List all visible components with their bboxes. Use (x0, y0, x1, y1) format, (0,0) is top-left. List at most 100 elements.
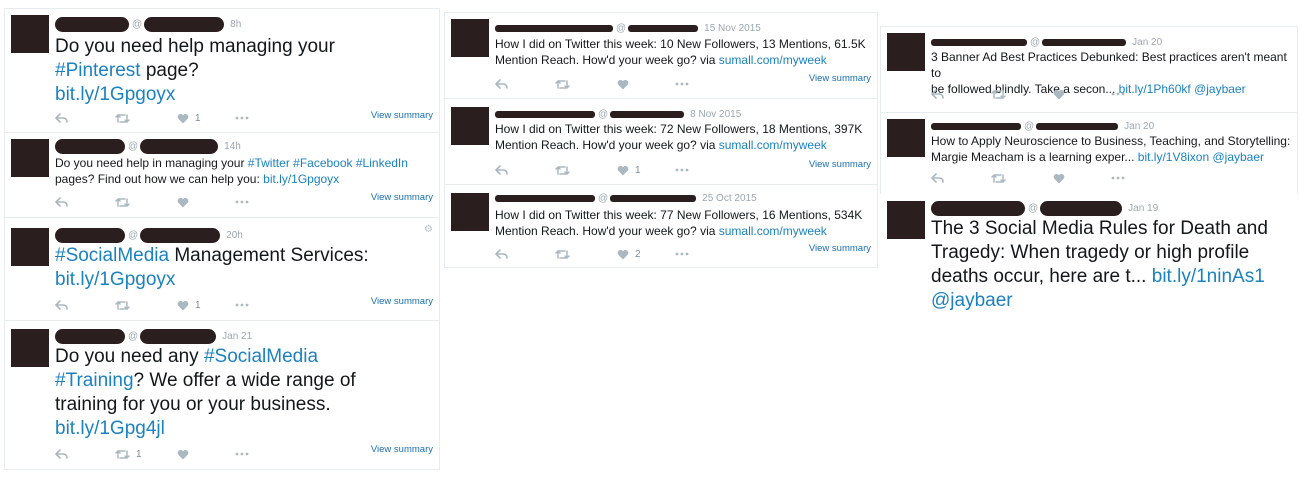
tweet-link[interactable]: bit.ly/1ninAs1 (1152, 266, 1265, 287)
retweet-icon[interactable] (555, 249, 570, 260)
redacted-display-name[interactable] (55, 16, 129, 32)
tweet-timestamp[interactable]: Jan 21 (222, 331, 252, 342)
like-icon[interactable] (617, 79, 629, 90)
more-icon[interactable] (235, 116, 249, 120)
reply-icon[interactable] (931, 88, 944, 100)
view-summary-link[interactable]: View summary (371, 110, 433, 121)
avatar[interactable] (11, 228, 49, 266)
retweet-icon[interactable] (991, 89, 1006, 100)
tweet-link[interactable]: sumall.com/myweek (719, 224, 827, 238)
redacted-display-name[interactable] (495, 194, 595, 202)
retweet-icon[interactable] (555, 165, 570, 176)
view-summary-link[interactable]: View summary (809, 73, 871, 84)
tweet-card[interactable]: @8h Do you need help managing your #Pinte… (4, 8, 440, 132)
reply-icon[interactable] (495, 164, 508, 176)
retweet-icon[interactable] (115, 197, 130, 208)
tweet-timestamp[interactable]: 14h (224, 141, 241, 152)
redacted-username[interactable] (1042, 38, 1127, 46)
redacted-display-name[interactable] (931, 200, 1025, 216)
view-summary-link[interactable]: View summary (809, 243, 871, 254)
reply-icon[interactable] (495, 78, 508, 90)
retweet-icon[interactable] (991, 173, 1006, 184)
avatar[interactable] (11, 329, 49, 367)
redacted-username[interactable] (1036, 122, 1119, 130)
tweet-card[interactable]: @ Jan 21 Do you need any #SocialMedia #Tra… (4, 320, 440, 470)
tweet-link[interactable]: #SocialMedia (55, 245, 169, 266)
view-summary-link[interactable]: View summary (809, 159, 871, 170)
avatar[interactable] (451, 193, 489, 231)
redacted-display-name[interactable] (55, 328, 125, 344)
like-icon[interactable] (177, 449, 189, 460)
tweet-card[interactable]: @ Jan 20 3 Banner Ad Best Practices Debunk… (880, 26, 1298, 112)
redacted-username[interactable] (140, 227, 221, 243)
like-icon[interactable]: 2 (617, 249, 641, 260)
more-icon[interactable] (675, 168, 689, 172)
more-icon[interactable] (1111, 176, 1125, 180)
tweet-card[interactable]: @ Jan 19 The 3 Social Media Rules for Deat… (880, 194, 1298, 314)
view-summary-link[interactable]: View summary (371, 192, 433, 203)
reply-icon[interactable] (495, 248, 508, 260)
redacted-display-name[interactable] (931, 38, 1027, 46)
retweet-icon[interactable]: 1 (115, 449, 142, 460)
redacted-username[interactable] (144, 16, 225, 32)
tweet-link[interactable]: bit.ly/1V8ixon (1138, 150, 1209, 164)
reply-icon[interactable] (55, 196, 68, 208)
more-icon[interactable] (235, 200, 249, 204)
view-summary-link[interactable]: View summary (371, 444, 433, 455)
more-icon[interactable] (235, 303, 249, 307)
tweet-card[interactable]: @ Jan 20 How to Apply Neuroscience to Busi… (880, 112, 1298, 194)
tweet-card[interactable]: @25 Oct 2015 How I did on Twitter this we… (444, 184, 878, 268)
tweet-link[interactable]: bit.ly/1Gpgoyx (55, 84, 175, 105)
tweet-timestamp[interactable]: 25 Oct 2015 (702, 193, 756, 204)
tweet-timestamp[interactable]: Jan 20 (1132, 37, 1162, 48)
tweet-card[interactable]: @15 Nov 2015 How I did on Twitter this we… (444, 12, 878, 98)
retweet-icon[interactable] (115, 300, 130, 311)
redacted-display-name[interactable] (495, 110, 595, 118)
tweet-timestamp[interactable]: 15 Nov 2015 (704, 23, 761, 34)
avatar[interactable] (451, 107, 489, 145)
tweet-link[interactable]: #SocialMedia (204, 346, 318, 367)
avatar[interactable] (887, 33, 925, 71)
tweet-link[interactable]: #Facebook (293, 156, 352, 170)
tweet-link[interactable]: #Training (55, 370, 134, 391)
avatar[interactable] (887, 119, 925, 157)
settings-gear-icon[interactable]: ⚙ (424, 224, 433, 235)
tweet-link[interactable]: bit.ly/1Gpgoyx (55, 269, 175, 290)
like-icon[interactable]: 1 (177, 113, 201, 124)
tweet-card[interactable]: @20h #SocialMedia Management Services: bi… (4, 217, 440, 320)
reply-icon[interactable] (931, 172, 944, 184)
avatar[interactable] (11, 139, 49, 177)
redacted-username[interactable] (140, 138, 219, 154)
like-icon[interactable] (1053, 173, 1065, 184)
redacted-display-name[interactable] (931, 122, 1021, 130)
retweet-icon[interactable] (555, 79, 570, 90)
like-icon[interactable]: 1 (177, 300, 201, 311)
tweet-link[interactable]: bit.ly/1Gpgoyx (263, 172, 339, 186)
tweet-link[interactable]: bit.ly/1Gpg4jl (55, 418, 165, 439)
tweet-timestamp[interactable]: 8 Nov 2015 (690, 109, 741, 120)
more-icon[interactable] (675, 82, 689, 86)
view-summary-link[interactable]: View summary (371, 296, 433, 307)
tweet-timestamp[interactable]: 8h (230, 19, 241, 30)
avatar[interactable] (11, 15, 49, 53)
redacted-username[interactable] (610, 194, 697, 202)
avatar[interactable] (887, 201, 925, 239)
more-icon[interactable] (235, 452, 249, 456)
redacted-display-name[interactable] (55, 227, 125, 243)
more-icon[interactable] (675, 252, 689, 256)
redacted-username[interactable] (628, 24, 699, 32)
redacted-username[interactable] (610, 110, 685, 118)
like-icon[interactable]: 1 (617, 165, 641, 176)
reply-icon[interactable] (55, 299, 68, 311)
redacted-username[interactable] (1040, 200, 1123, 216)
tweet-timestamp[interactable]: Jan 19 (1128, 203, 1158, 214)
tweet-link[interactable]: @jaybaer (1194, 82, 1246, 96)
avatar[interactable] (451, 19, 489, 57)
redacted-username[interactable] (140, 328, 217, 344)
tweet-link[interactable]: #Twitter (248, 156, 290, 170)
tweet-timestamp[interactable]: Jan 20 (1124, 121, 1154, 132)
tweet-link[interactable]: #Pinterest (55, 60, 141, 81)
tweet-link[interactable]: sumall.com/myweek (719, 138, 827, 152)
tweet-card[interactable]: @8 Nov 2015 How I did on Twitter this wee… (444, 98, 878, 184)
retweet-icon[interactable] (115, 113, 130, 124)
